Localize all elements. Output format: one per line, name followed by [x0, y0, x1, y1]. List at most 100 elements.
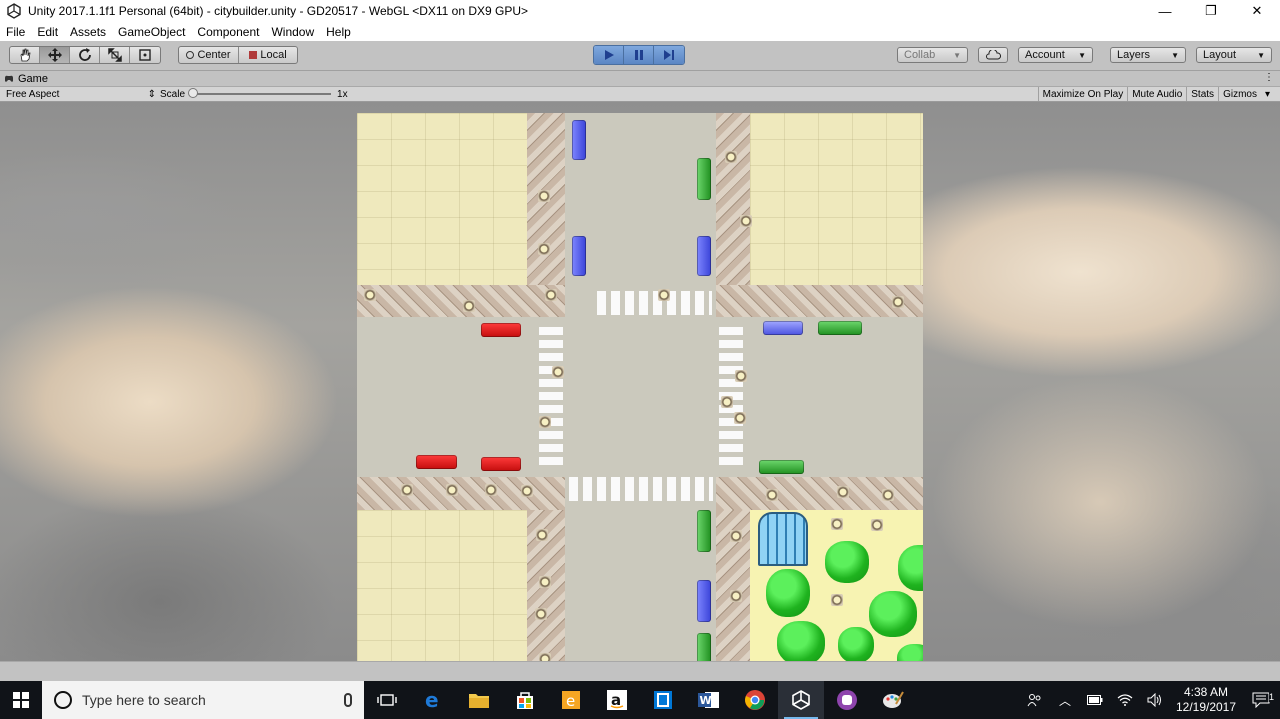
- purple-app-button[interactable]: [824, 681, 870, 719]
- gizmos-dropdown[interactable]: Gizmos: [1218, 87, 1261, 101]
- action-center-button[interactable]: 1: [1242, 692, 1280, 708]
- shopping-bag-icon: [517, 692, 533, 709]
- car: [697, 510, 711, 552]
- notification-icon: [1252, 692, 1270, 708]
- window-title: Unity 2017.1.1f1 Personal (64bit) - city…: [28, 4, 529, 18]
- layers-dropdown[interactable]: Layers ▼: [1110, 47, 1186, 63]
- pivot-center-button[interactable]: Center: [179, 47, 239, 63]
- step-icon: [664, 50, 674, 60]
- account-label: Account: [1025, 49, 1065, 61]
- scale-tool-button[interactable]: [100, 47, 130, 63]
- paint-button[interactable]: [870, 681, 916, 719]
- chevron-down-icon: ▼: [1078, 50, 1086, 60]
- collab-dropdown[interactable]: Collab ▼: [897, 47, 968, 63]
- store-button[interactable]: [502, 681, 548, 719]
- chevron-down-icon: ▼: [1171, 50, 1179, 60]
- cloud-button[interactable]: [978, 47, 1008, 63]
- road-horizontal: [357, 317, 923, 477]
- file-explorer-button[interactable]: [456, 681, 502, 719]
- microphone-icon[interactable]: [344, 693, 352, 707]
- minimize-button[interactable]: —: [1142, 0, 1188, 22]
- battery-button[interactable]: [1080, 695, 1110, 705]
- people-button[interactable]: [1020, 693, 1050, 707]
- internet-explorer-button[interactable]: e: [548, 681, 594, 719]
- maximize-button[interactable]: ❐: [1188, 0, 1234, 22]
- edge-browser-button[interactable]: e: [410, 681, 456, 719]
- street-lamp: [401, 484, 413, 496]
- center-icon: [186, 51, 195, 59]
- layout-dropdown[interactable]: Layout ▼: [1196, 47, 1272, 63]
- battery-icon: [1087, 695, 1103, 705]
- rect-tool-button[interactable]: [130, 47, 160, 63]
- street-lamp: [730, 590, 742, 602]
- sidewalk: [357, 285, 565, 317]
- street-lamp: [535, 608, 547, 620]
- aspect-dropdown[interactable]: Free Aspect ⇕: [6, 89, 156, 100]
- street-lamp: [536, 529, 548, 541]
- car: [416, 455, 457, 469]
- word-button[interactable]: W: [686, 681, 732, 719]
- show-hidden-icons-button[interactable]: ︿: [1050, 692, 1080, 709]
- step-button[interactable]: [654, 46, 684, 64]
- hand-icon: [20, 48, 30, 62]
- mute-audio-toggle[interactable]: Mute Audio: [1127, 87, 1186, 101]
- wifi-button[interactable]: [1110, 694, 1140, 706]
- street-lamp: [725, 151, 737, 163]
- pivot-local-label: Local: [260, 49, 287, 61]
- scale-slider-handle[interactable]: [188, 88, 199, 98]
- street-lamp: [545, 289, 557, 301]
- tree: [777, 621, 825, 661]
- street-lamp: [446, 484, 458, 496]
- task-view-button[interactable]: [364, 681, 410, 719]
- street-lamp: [892, 296, 904, 308]
- scale-icon: [107, 48, 122, 62]
- tab-game[interactable]: Game: [4, 72, 48, 86]
- play-button[interactable]: [594, 46, 624, 64]
- menu-component[interactable]: Component: [191, 25, 265, 39]
- street-lamp: [734, 412, 746, 424]
- scale-label: Scale: [160, 88, 186, 100]
- move-arrows-icon: [47, 48, 62, 62]
- menu-help[interactable]: Help: [320, 25, 357, 39]
- crosswalk: [597, 291, 712, 315]
- app-button[interactable]: [640, 681, 686, 719]
- close-button[interactable]: ✕: [1234, 0, 1280, 22]
- paint-palette-icon: [883, 691, 904, 708]
- menu-edit[interactable]: Edit: [31, 25, 64, 39]
- car: [697, 580, 711, 622]
- system-clock[interactable]: 4:38 AM 12/19/2017: [1170, 685, 1242, 715]
- stats-toggle[interactable]: Stats: [1186, 87, 1218, 101]
- amazon-button[interactable]: a: [594, 681, 640, 719]
- unity-editor-button[interactable]: [778, 681, 824, 719]
- wifi-icon: [1117, 694, 1133, 706]
- status-bar: [0, 661, 1280, 681]
- menu-gameobject[interactable]: GameObject: [112, 25, 191, 39]
- chevron-down-icon: ▼: [953, 50, 961, 60]
- rotate-tool-button[interactable]: [70, 47, 100, 63]
- tree: [766, 569, 810, 617]
- taskbar-search-box[interactable]: Type here to search: [42, 681, 364, 719]
- start-button[interactable]: [0, 681, 42, 719]
- street-lamp: [730, 530, 742, 542]
- building-block: [357, 113, 527, 285]
- edge-icon: e: [425, 689, 439, 711]
- move-tool-button[interactable]: [40, 47, 70, 63]
- hand-tool-button[interactable]: [10, 47, 40, 63]
- tab-menu-icon[interactable]: ⋮: [1264, 72, 1274, 83]
- menu-file[interactable]: File: [0, 25, 31, 39]
- people-icon: [1027, 694, 1041, 707]
- car: [572, 236, 586, 276]
- maximize-on-play-toggle[interactable]: Maximize On Play: [1037, 87, 1128, 101]
- account-dropdown[interactable]: Account ▼: [1018, 47, 1093, 63]
- volume-button[interactable]: [1140, 693, 1170, 707]
- up-down-arrows-icon: ⇕: [147, 88, 156, 100]
- scale-slider[interactable]: [188, 88, 332, 98]
- chevron-down-icon[interactable]: ▾: [1261, 87, 1274, 101]
- menu-assets[interactable]: Assets: [64, 25, 112, 39]
- pivot-local-button[interactable]: Local: [239, 47, 297, 63]
- pause-button[interactable]: [624, 46, 654, 64]
- menu-window[interactable]: Window: [265, 25, 320, 39]
- aspect-label: Free Aspect: [6, 88, 60, 100]
- chrome-button[interactable]: [732, 681, 778, 719]
- game-view-options: Free Aspect ⇕ Scale 1x Maximize On Play …: [0, 86, 1280, 102]
